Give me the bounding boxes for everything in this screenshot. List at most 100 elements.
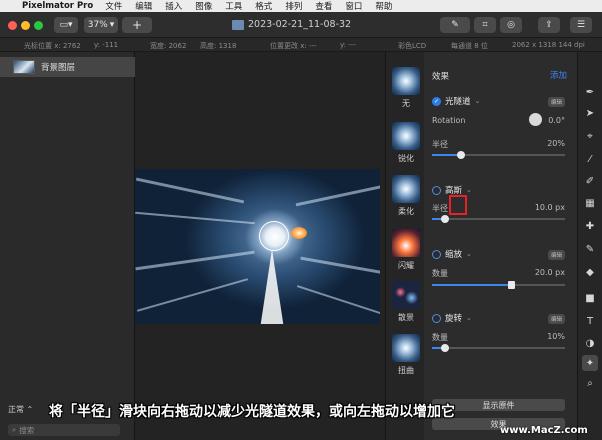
slider-knob[interactable] [441, 344, 449, 352]
slider-knob[interactable] [457, 151, 465, 159]
rotation-value[interactable]: 0.0° [548, 116, 565, 125]
checkmark-icon[interactable]: ✓ [432, 96, 441, 106]
app-menu[interactable]: Pixelmator Pro [22, 1, 93, 11]
light-tunnel-edit-badge[interactable]: 编辑 [547, 97, 565, 107]
layer-item[interactable]: 背景图层 [0, 57, 135, 77]
radio-icon[interactable] [432, 313, 441, 323]
pencil-icon[interactable]: ✎ [582, 241, 598, 257]
add-button[interactable]: + [122, 17, 152, 33]
radio-icon[interactable] [432, 185, 441, 195]
rotation-dial[interactable] [529, 113, 542, 126]
road-line [260, 249, 284, 324]
chevron-down-icon: ⌄ [474, 97, 481, 105]
effect-preset-soften[interactable]: 柔化 [390, 175, 422, 217]
eyedropper-icon[interactable]: ⁄ [582, 151, 598, 167]
effect-preset-bokeh[interactable]: 散景 [390, 281, 422, 323]
menu-insert[interactable]: 插入 [165, 0, 182, 12]
crop-button[interactable]: ⌗ [474, 17, 496, 33]
menu-view[interactable]: 查看 [315, 0, 332, 12]
close-window-button[interactable] [8, 21, 17, 30]
effects-browser: 无 锐化 柔化 闪耀 散景 扭曲 [385, 52, 424, 440]
effect-preset-sharpen[interactable]: 锐化 [390, 122, 422, 164]
spin-edit-badge[interactable]: 编辑 [547, 314, 565, 324]
rotation-label: Rotation [432, 116, 466, 125]
shape-icon[interactable]: ■ [582, 290, 598, 306]
minimize-window-button[interactable] [21, 21, 30, 30]
height-readout: 高度: 1318 [200, 42, 237, 50]
info-bar: 光标位置 x: 2762 y: -111 宽度: 2062 高度: 1318 位… [0, 38, 602, 52]
zoom-dropdown[interactable]: 37% ▾ [84, 17, 118, 33]
effect-preset-distort[interactable]: 扭曲 [390, 334, 422, 376]
menu-tools[interactable]: 工具 [225, 0, 242, 12]
text-icon[interactable]: T [582, 313, 598, 329]
spin-amount-slider[interactable] [432, 344, 565, 352]
blend-mode-select[interactable]: 正常 ⌃ [8, 404, 33, 415]
menu-help[interactable]: 帮助 [375, 0, 392, 12]
gradient-icon[interactable]: ▦ [582, 195, 598, 211]
menu-arrange[interactable]: 排列 [285, 0, 302, 12]
zoom-amount-value[interactable]: 20.0 px [535, 268, 565, 277]
info-icon: ◎ [507, 20, 515, 30]
window-toolbar: ▭▾ 37% ▾ + 2023-02-21_11-08-32 ✎ ⌗ ◎ ⇪ ☰ [0, 12, 602, 38]
add-effect-button[interactable]: 添加 [550, 69, 567, 81]
zoom-blur-header[interactable]: 缩放 ⌄ [432, 248, 472, 260]
adjust-button[interactable]: ☰ [570, 17, 592, 33]
arrow-icon[interactable]: ➤ [582, 105, 598, 121]
effect-thumbnail [392, 334, 420, 362]
effect-preset-glow[interactable]: 闪耀 [390, 229, 422, 271]
menu-window[interactable]: 窗口 [345, 0, 362, 12]
spin-header[interactable]: 旋转 ⌄ [432, 312, 472, 324]
zoom-amount-label: 数量 [432, 269, 448, 278]
effects-icon[interactable]: ✦ [582, 355, 598, 371]
menu-format[interactable]: 格式 [255, 0, 272, 12]
spin-amount-value[interactable]: 10% [547, 332, 565, 341]
gaussian-header[interactable]: 高斯 ⌄ [432, 184, 472, 196]
share-button[interactable]: ⇪ [538, 17, 560, 33]
pen-nib-icon: ✎ [451, 20, 459, 30]
fill-icon[interactable]: ◆ [582, 264, 598, 280]
layer-search-input[interactable]: ⌕ 搜索 [8, 424, 120, 436]
effect-preset-none[interactable]: 无 [390, 67, 422, 109]
light-tunnel-radius-value[interactable]: 20% [547, 139, 565, 148]
search-placeholder: 搜索 [19, 425, 35, 435]
canvas-area[interactable] [135, 52, 385, 440]
chevron-down-icon: ⌄ [466, 186, 472, 194]
menu-image[interactable]: 图像 [195, 0, 212, 12]
info-button[interactable]: ◎ [500, 17, 522, 33]
gaussian-label: 高斯 [445, 186, 463, 196]
effect-thumbnail [392, 281, 420, 309]
zoom-amount-slider[interactable] [432, 281, 565, 289]
radio-icon[interactable] [432, 249, 441, 259]
document-title: 2023-02-21_11-08-32 [232, 19, 351, 30]
effect-center-handle[interactable] [259, 221, 289, 251]
tunnel-photo [135, 169, 380, 324]
pen-icon[interactable]: ✒ [582, 84, 598, 100]
brush-icon[interactable]: ✐ [582, 173, 598, 189]
menu-file[interactable]: 文件 [105, 0, 122, 12]
gaussian-radius-value[interactable]: 10.0 px [535, 203, 565, 212]
width-readout: 宽度: 2062 [150, 42, 187, 50]
slider-fill [432, 284, 512, 286]
document-thumbnail-icon [232, 19, 244, 30]
effect-thumbnail [392, 122, 420, 150]
spin-amount-label: 数量 [432, 333, 448, 342]
zoom-window-button[interactable] [34, 21, 43, 30]
light-tunnel-radius-slider[interactable] [432, 151, 565, 159]
slider-knob[interactable] [441, 215, 449, 223]
light-tunnel-header[interactable]: ✓ 光隧道 ⌄ [432, 95, 480, 107]
gaussian-radius-slider[interactable] [432, 215, 565, 223]
view-mode-button[interactable]: ▭▾ [54, 17, 78, 33]
slider-knob[interactable] [508, 281, 515, 289]
zoom-blur-edit-badge[interactable]: 编辑 [547, 250, 565, 260]
sidebar-toggle-icon: ▭▾ [59, 20, 73, 30]
radius-slider-highlight [449, 195, 467, 215]
style-button[interactable]: ✎ [440, 17, 470, 33]
menu-edit[interactable]: 编辑 [135, 0, 152, 12]
chevron-down-icon: ▾ [109, 20, 115, 30]
crop-select-icon[interactable]: ⌖ [582, 128, 598, 144]
bandage-icon[interactable]: ✚ [582, 218, 598, 234]
zoom-icon[interactable]: ⌕ [582, 375, 598, 391]
bit-depth: 每通道 8 位 [451, 42, 488, 50]
menu-bar: Pixelmator Pro 文件 编辑 插入 图像 工具 格式 排列 查看 窗… [0, 0, 602, 12]
color-adjust-icon[interactable]: ◑ [582, 335, 598, 351]
